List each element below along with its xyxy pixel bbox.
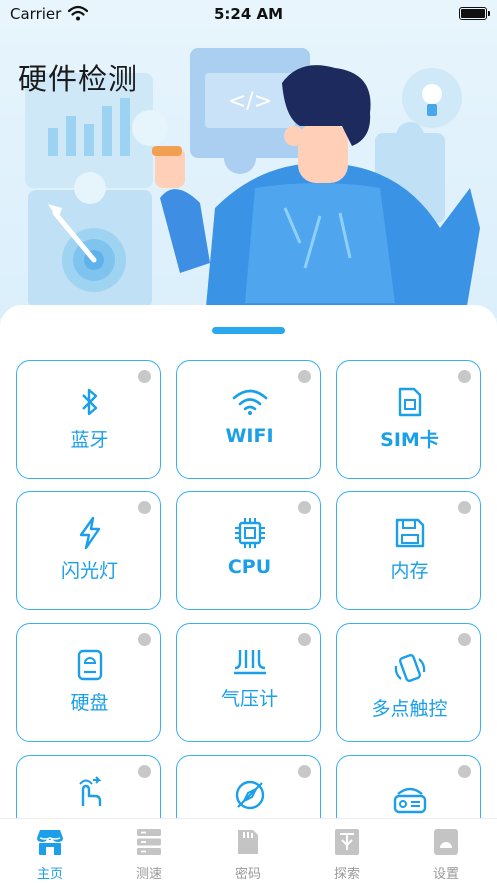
sim-card-icon bbox=[337, 385, 482, 419]
status-dot bbox=[138, 370, 151, 383]
tab-label: 测速 bbox=[135, 867, 162, 882]
status-bar: Carrier 5:24 AM bbox=[0, 0, 497, 28]
feature-card-flash[interactable]: 闪光灯 bbox=[16, 491, 161, 610]
feature-card-multi-touch[interactable]: 多点触控 bbox=[336, 623, 481, 742]
sd-card-icon bbox=[218, 827, 278, 857]
status-dot bbox=[458, 501, 471, 514]
server-icon bbox=[119, 827, 179, 857]
feature-label: 多点触控 bbox=[371, 698, 448, 720]
feature-card-compass[interactable] bbox=[176, 755, 321, 825]
tab-label: 密码 bbox=[234, 867, 261, 882]
sheet-drag-handle[interactable] bbox=[212, 327, 285, 334]
status-dot bbox=[138, 501, 151, 514]
feature-label: SIM卡 bbox=[380, 429, 439, 451]
feature-label: 气压计 bbox=[220, 688, 278, 710]
feature-card-barometer[interactable]: 气压计 bbox=[176, 623, 321, 742]
radio-icon bbox=[337, 782, 482, 816]
status-dot bbox=[298, 370, 311, 383]
barometer-icon bbox=[177, 644, 322, 678]
feature-card-gesture[interactable] bbox=[16, 755, 161, 825]
cpu-icon bbox=[177, 516, 322, 550]
compass-icon bbox=[177, 778, 322, 812]
feature-card-cpu[interactable]: CPU bbox=[176, 491, 321, 610]
tab-password[interactable]: 密码 bbox=[218, 827, 278, 882]
tab-label: 探索 bbox=[333, 867, 360, 882]
status-dot bbox=[458, 633, 471, 646]
status-dot bbox=[298, 501, 311, 514]
home-store-icon bbox=[20, 827, 80, 857]
explore-icon bbox=[317, 827, 377, 857]
tab-settings[interactable]: 设置 bbox=[416, 827, 476, 882]
feature-card-memory[interactable]: 内存 bbox=[336, 491, 481, 610]
svg-text:</>: </> bbox=[228, 89, 272, 114]
tab-label: 设置 bbox=[432, 867, 459, 882]
clock: 5:24 AM bbox=[213, 5, 284, 23]
feature-label: 蓝牙 bbox=[70, 429, 109, 451]
status-dot bbox=[458, 370, 471, 383]
tab-home[interactable]: 主页 bbox=[20, 827, 80, 882]
settings-icon bbox=[416, 827, 476, 857]
wifi-icon bbox=[177, 385, 322, 419]
page-title: 硬件检测 bbox=[18, 62, 139, 96]
bluetooth-icon bbox=[17, 385, 162, 419]
flash-icon bbox=[17, 516, 162, 550]
feature-label: 硬盘 bbox=[70, 692, 109, 714]
feature-card-radio[interactable] bbox=[336, 755, 481, 825]
tab-bar: 主页 测速 密码 探索 设置 bbox=[0, 818, 497, 883]
status-dot bbox=[298, 765, 311, 778]
tab-speed[interactable]: 测速 bbox=[119, 827, 179, 882]
status-dot bbox=[458, 765, 471, 778]
feature-label: 内存 bbox=[390, 560, 429, 582]
feature-card-wifi[interactable]: WIFI bbox=[176, 360, 321, 479]
header-banner: </> 硬件检测 bbox=[0, 28, 497, 318]
hard-disk-icon bbox=[17, 648, 162, 682]
feature-label: CPU bbox=[227, 556, 272, 578]
battery-icon bbox=[459, 7, 490, 20]
tab-label: 主页 bbox=[36, 867, 63, 882]
tab-explore[interactable]: 探索 bbox=[317, 827, 377, 882]
feature-label: WIFI bbox=[225, 425, 274, 447]
feature-sheet: 蓝牙 WIFI SIM卡 闪光灯 CPU 内存 硬盘 气压计 多点触控 bbox=[0, 305, 497, 825]
feature-label: 闪光灯 bbox=[60, 560, 118, 582]
gesture-icon bbox=[17, 776, 162, 810]
status-dot bbox=[138, 633, 151, 646]
multi-touch-icon bbox=[337, 652, 482, 686]
feature-card-hard-disk[interactable]: 硬盘 bbox=[16, 623, 161, 742]
feature-card-bluetooth[interactable]: 蓝牙 bbox=[16, 360, 161, 479]
memory-icon bbox=[337, 516, 482, 550]
feature-card-sim[interactable]: SIM卡 bbox=[336, 360, 481, 479]
